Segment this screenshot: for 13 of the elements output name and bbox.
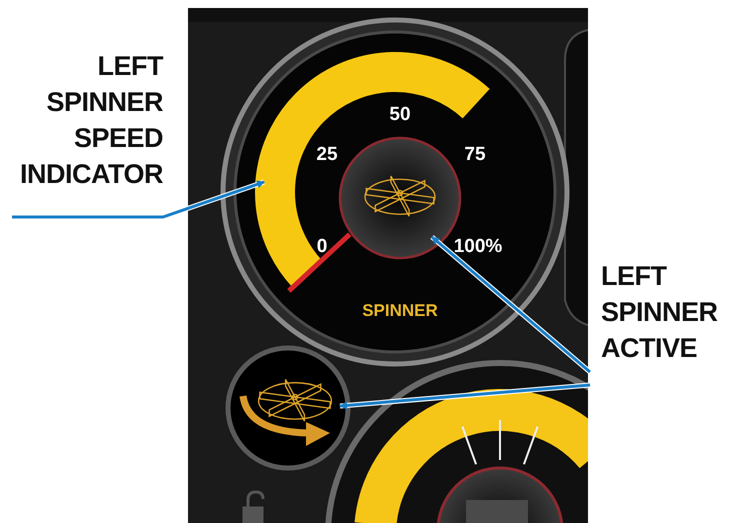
needle — [287, 232, 352, 293]
scale-label: 50 — [389, 104, 411, 125]
scale-label: 25 — [316, 144, 338, 165]
scale-label: 100% — [454, 236, 502, 257]
spinner-button[interactable] — [226, 346, 350, 470]
rotation-arrow-icon — [240, 395, 330, 446]
scale-label: 75 — [464, 144, 486, 165]
callout-label: LEFT SPINNER SPEED INDICATOR — [20, 50, 163, 191]
scale-label: 0 — [316, 236, 328, 257]
spinner-icon — [258, 378, 332, 422]
callout-label: LEFT SPINNER ACTIVE — [601, 260, 718, 365]
spinner-icon — [364, 175, 436, 217]
gauge-label: SPINNER — [362, 301, 438, 320]
